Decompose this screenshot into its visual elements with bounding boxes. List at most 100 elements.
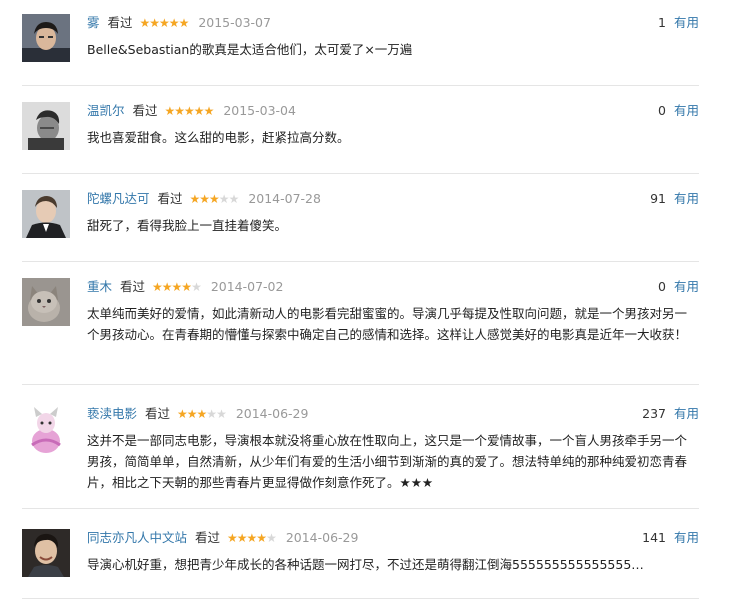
cat-icon	[22, 278, 70, 326]
review-date: 2014-07-28	[248, 191, 321, 206]
vote-area: 0 有用	[658, 278, 699, 296]
review-item: 温凯尔 看过 ★★★★★ 2015-03-04 0 有用 我也喜爱甜食。这么甜的…	[22, 86, 699, 174]
review-meta: 重木 看过 ★★★★★ 2014-07-02 0 有用	[87, 278, 699, 296]
review-meta: 雾 看过 ★★★★★ 2015-03-07 1 有用	[87, 14, 699, 32]
pink-figure-icon	[22, 405, 70, 453]
author-link[interactable]: 同志亦凡人中文站	[87, 530, 187, 545]
rating-stars: ★★★★★	[189, 190, 240, 208]
vote-area: 0 有用	[658, 102, 699, 120]
portrait-dark-hair-icon	[22, 14, 70, 62]
vote-area: 237 有用	[642, 405, 699, 423]
watched-label: 看过	[132, 103, 158, 118]
star-filled-icon: ★	[189, 192, 201, 206]
star-filled-icon: ★	[199, 192, 210, 206]
author-link[interactable]: 温凯尔	[87, 103, 125, 118]
useful-button[interactable]: 有用	[674, 15, 699, 30]
rating-stars: ★★★★★	[177, 405, 227, 423]
author-link[interactable]: 雾	[87, 15, 100, 30]
review-date: 2014-06-29	[235, 406, 309, 421]
star-empty-icon: ★	[218, 192, 230, 206]
watched-label: 看过	[157, 191, 183, 206]
star-empty-icon: ★	[206, 407, 217, 421]
star-filled-icon: ★	[246, 531, 258, 545]
star-filled-icon: ★	[152, 280, 163, 294]
review-meta: 陀螺凡达可 看过 ★★★★★ 2014-07-28 91 有用	[87, 190, 699, 208]
vote-count: 0	[658, 103, 666, 118]
author-link[interactable]: 陀螺凡达可	[87, 191, 150, 206]
vote-area: 91 有用	[650, 190, 699, 208]
star-filled-icon: ★	[196, 407, 208, 421]
star-empty-icon: ★	[191, 280, 202, 294]
portrait-bw-icon	[22, 102, 70, 150]
review-text: 我也喜爱甜食。这么甜的电影，赶紧拉高分数。	[87, 130, 350, 145]
author-link[interactable]: 重木	[87, 279, 112, 294]
useful-button[interactable]: 有用	[674, 279, 699, 294]
useful-button[interactable]: 有用	[674, 406, 699, 421]
vote-area: 141 有用	[642, 529, 699, 547]
star-filled-icon: ★	[227, 531, 238, 545]
star-filled-icon: ★	[177, 407, 188, 421]
review-item: 重木 看过 ★★★★★ 2014-07-02 0 有用 太单纯而美好的爱情，如此…	[22, 262, 699, 385]
review-date: 2015-03-04	[223, 103, 296, 118]
useful-button[interactable]: 有用	[674, 191, 699, 206]
star-empty-icon: ★	[266, 531, 277, 545]
vote-count: 237	[642, 406, 666, 421]
star-filled-icon: ★	[178, 16, 190, 30]
star-filled-icon: ★	[174, 104, 185, 118]
review-meta: 亵渎电影 看过 ★★★★★ 2014-06-29 237 有用	[87, 405, 699, 423]
rating-stars: ★★★★★	[152, 278, 202, 296]
star-filled-icon: ★	[184, 104, 195, 118]
star-filled-icon: ★	[203, 104, 215, 118]
star-empty-icon: ★	[228, 192, 240, 206]
vote-count: 91	[650, 191, 666, 206]
review-date: 2014-07-02	[210, 279, 284, 294]
avatar[interactable]	[22, 190, 70, 238]
star-filled-icon: ★	[168, 16, 180, 30]
author-link[interactable]: 亵渎电影	[87, 406, 137, 421]
rating-stars: ★★★★★	[164, 102, 215, 120]
review-text: 甜死了，看得我脸上一直挂着傻笑。	[87, 218, 288, 233]
star-filled-icon: ★	[159, 16, 170, 30]
watched-label: 看过	[107, 15, 133, 30]
avatar[interactable]	[22, 278, 70, 326]
useful-button[interactable]: 有用	[674, 103, 699, 118]
review-meta: 温凯尔 看过 ★★★★★ 2015-03-04 0 有用	[87, 102, 699, 120]
review-text: 太单纯而美好的爱情，如此清新动人的电影看完甜蜜蜜的。导演几乎每提及性取向问题，就…	[87, 306, 688, 342]
review-text: 导演心机好重，想把青少年成长的各种话题一网打尽，不过还是萌得翻江倒海555555…	[87, 557, 644, 572]
vote-count: 141	[642, 530, 666, 545]
watched-label: 看过	[195, 530, 221, 545]
vote-count: 0	[658, 279, 666, 294]
star-filled-icon: ★	[209, 192, 220, 206]
vote-count: 1	[658, 15, 666, 30]
review-date: 2015-03-07	[198, 15, 271, 30]
avatar[interactable]	[22, 102, 70, 150]
watched-label: 看过	[145, 406, 171, 421]
star-filled-icon: ★	[181, 280, 192, 294]
rating-stars: ★★★★★	[227, 529, 277, 547]
star-empty-icon: ★	[216, 407, 227, 421]
star-filled-icon: ★	[193, 104, 205, 118]
avatar[interactable]	[22, 14, 70, 62]
star-filled-icon: ★	[171, 280, 183, 294]
star-filled-icon: ★	[186, 407, 198, 421]
vote-area: 1 有用	[658, 14, 699, 32]
avatar[interactable]	[22, 529, 70, 577]
review-item: 亵渎电影 看过 ★★★★★ 2014-06-29 237 有用 这并不是一部同志…	[22, 385, 699, 509]
portrait-smiling-icon	[22, 529, 70, 577]
avatar[interactable]	[22, 405, 70, 453]
portrait-suit-icon	[22, 190, 70, 238]
review-text: 这并不是一部同志电影，导演根本就没将重心放在性取向上，这只是一个爱情故事，一个盲…	[87, 433, 688, 490]
star-filled-icon: ★	[161, 280, 173, 294]
review-date: 2014-06-29	[285, 530, 359, 545]
review-item: 陀螺凡达可 看过 ★★★★★ 2014-07-28 91 有用 甜死了，看得我脸…	[22, 174, 699, 262]
useful-button[interactable]: 有用	[674, 530, 699, 545]
star-filled-icon: ★	[236, 531, 248, 545]
review-item: 同志亦凡人中文站 看过 ★★★★★ 2014-06-29 141 有用 导演心机…	[22, 509, 699, 599]
star-filled-icon: ★	[256, 531, 267, 545]
review-list: 雾 看过 ★★★★★ 2015-03-07 1 有用 Belle&Sebasti…	[0, 0, 737, 599]
star-filled-icon: ★	[149, 16, 160, 30]
star-filled-icon: ★	[164, 104, 176, 118]
star-filled-icon: ★	[139, 16, 151, 30]
review-item: 雾 看过 ★★★★★ 2015-03-07 1 有用 Belle&Sebasti…	[22, 0, 699, 86]
review-text: Belle&Sebastian的歌真是太适合他们，太可爱了×一万遍	[87, 42, 413, 57]
